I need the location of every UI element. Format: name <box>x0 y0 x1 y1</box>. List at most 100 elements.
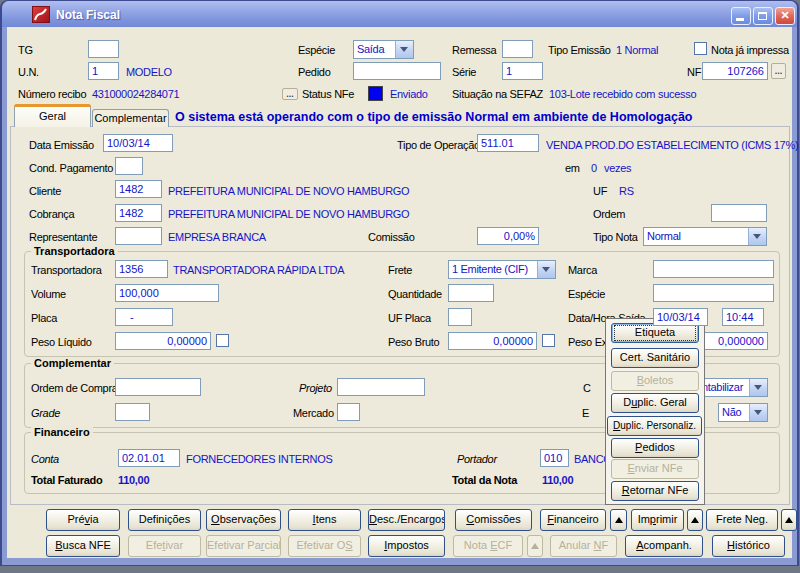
frete-neg-button[interactable]: Frete Neg. <box>706 509 778 531</box>
transportadora-descricao: TRANSPORTADORA RÁPIDA LTDA <box>173 264 344 277</box>
cond-pagamento-input[interactable] <box>115 157 143 175</box>
transportadora-input[interactable]: 1356 <box>115 260 168 278</box>
peso-bruto-label: Peso Bruto <box>388 336 439 349</box>
desc-encargos-button[interactable]: Desc./Encargos <box>368 509 445 531</box>
especie-label: Espécie <box>298 44 335 57</box>
acompanh-button[interactable]: Acompanh. <box>625 535 703 557</box>
historico-button[interactable]: Histórico <box>712 535 785 557</box>
boletos-button: Boletos <box>611 371 699 391</box>
cond-pagamento-label: Cond. Pagamento <box>29 162 113 175</box>
especie-value: Saída <box>357 43 384 56</box>
mercado-input[interactable] <box>337 403 360 421</box>
chevron-down-icon[interactable] <box>537 261 555 278</box>
busca-nfe-button[interactable]: Busca NFE <box>46 535 120 557</box>
financeiro-button[interactable]: Financeiro <box>540 509 606 531</box>
ordem-compra-label: Ordem de Compra <box>31 382 118 395</box>
pedido-input[interactable] <box>353 62 441 80</box>
uf-value: RS <box>619 185 634 198</box>
status-nfe-label: Status NFe <box>302 88 354 101</box>
quantidade-label: Quantidade <box>388 288 442 301</box>
minimize-button[interactable] <box>731 7 751 25</box>
representante-input[interactable] <box>115 227 162 245</box>
tipo-nota-select[interactable]: Normal <box>643 227 767 246</box>
cert-sanitario-button[interactable]: Cert. Sanitário <box>611 348 699 368</box>
comissoes-button[interactable]: Comissões <box>455 509 532 531</box>
uf-placa-input[interactable] <box>448 308 472 326</box>
status-nfe-color-indicator <box>368 86 383 101</box>
tab-complementar[interactable]: Complementar <box>92 109 169 127</box>
especie-transp-label: Espécie <box>568 288 605 301</box>
imprimir-up-arrow-button[interactable] <box>687 509 703 531</box>
ordem-input[interactable] <box>711 204 767 222</box>
chevron-down-icon[interactable] <box>748 228 766 245</box>
placa-label: Placa <box>31 312 57 325</box>
serie-input[interactable]: 1 <box>502 62 543 80</box>
observacoes-button[interactable]: Observações <box>206 509 281 531</box>
maximize-button[interactable] <box>753 7 773 25</box>
placa-input[interactable]: - <box>115 308 173 326</box>
tipo-emissao-value: 1 Normal <box>616 44 658 57</box>
peso-liquido-checkbox[interactable] <box>216 334 229 347</box>
chevron-down-icon[interactable] <box>749 404 767 421</box>
data-emissao-input[interactable]: 10/03/14 <box>103 134 173 152</box>
tipo-operacao-descricao: VENDA PROD.DO ESTABELECIMENTO (ICMS 17%) <box>546 139 798 152</box>
cobranca-input[interactable]: 1482 <box>115 204 162 222</box>
duplic-geral-button[interactable]: Duplic. Geral <box>611 393 699 413</box>
data-saida-input[interactable]: 10/03/14 <box>653 308 708 326</box>
representante-descricao: EMPRESA BRANCA <box>168 231 266 244</box>
quantidade-input[interactable] <box>448 284 494 302</box>
situacao-sefaz-label: Situação na SEFAZ <box>452 88 543 101</box>
marca-input[interactable] <box>653 260 774 278</box>
previa-button[interactable]: Prévia <box>46 509 120 531</box>
conta-input[interactable]: 02.01.01 <box>118 449 180 467</box>
total-nota-value: 110,00 <box>542 474 573 487</box>
vezes-label: vezes <box>604 162 631 175</box>
hora-saida-input[interactable]: 10:44 <box>722 308 764 326</box>
projeto-input[interactable] <box>337 378 425 396</box>
volume-input[interactable]: 100,000 <box>115 284 219 302</box>
cliente-input[interactable]: 1482 <box>115 180 162 198</box>
frete-neg-up-arrow-button[interactable] <box>781 509 797 531</box>
impostos-button[interactable]: Impostos <box>368 535 445 557</box>
retornar-nfe-button[interactable]: Retornar NFe <box>611 481 699 501</box>
tipo-operacao-input[interactable]: 511.01 <box>477 134 539 152</box>
peso-bruto-input[interactable]: 0,00000 <box>448 332 537 350</box>
etiqueta-button[interactable]: Etiqueta <box>611 323 699 343</box>
tab-geral[interactable]: Geral <box>14 104 91 127</box>
nota-ecf-button: Nota ECF <box>453 535 523 557</box>
efetivar-button: Efetivar <box>128 535 201 557</box>
itens-button[interactable]: Itens <box>288 509 361 531</box>
close-button[interactable]: ✕ <box>775 7 795 25</box>
emitir-select[interactable]: Não <box>718 403 768 422</box>
nota-ecf-up-arrow-button <box>527 535 543 557</box>
comissao-input[interactable]: 0,00% <box>477 227 539 245</box>
nf-more-button[interactable]: ... <box>771 63 786 79</box>
chevron-down-icon[interactable] <box>395 41 413 58</box>
duplic-personaliz-button[interactable]: Duplic. Personaliz. <box>607 416 702 436</box>
definicoes-button[interactable]: Definições <box>128 509 201 531</box>
especie-select[interactable]: Saída <box>353 40 414 59</box>
minimize-icon <box>736 18 744 21</box>
mercado-label: Mercado <box>293 407 334 420</box>
ordem-compra-input[interactable] <box>115 378 201 396</box>
nf-input[interactable]: 107266 <box>702 62 768 80</box>
peso-liquido-input[interactable]: 0,00000 <box>115 332 211 350</box>
serie-label: Série <box>452 66 476 79</box>
peso-bruto-checkbox[interactable] <box>542 334 555 347</box>
data-emissao-label: Data Emissão <box>29 139 94 152</box>
nota-ja-impressa-checkbox[interactable] <box>694 42 707 55</box>
cliente-label: Cliente <box>29 185 61 198</box>
recibo-more-button[interactable]: ... <box>282 88 298 100</box>
tg-input[interactable] <box>88 40 119 58</box>
especie-transp-input[interactable] <box>653 284 774 302</box>
un-input[interactable]: 1 <box>88 62 119 80</box>
remessa-input[interactable] <box>502 40 533 58</box>
pedidos-button[interactable]: Pedidos <box>611 438 699 458</box>
chevron-down-icon[interactable] <box>749 379 767 396</box>
portador-input[interactable]: 010 <box>540 449 569 467</box>
frete-select[interactable]: 1 Emitente (CIF) <box>448 260 556 279</box>
grade-input[interactable] <box>115 403 150 421</box>
complementar-title: Complementar <box>31 357 114 369</box>
financeiro-up-arrow-button[interactable] <box>610 509 627 531</box>
imprimir-button[interactable]: Imprimir <box>631 509 684 531</box>
